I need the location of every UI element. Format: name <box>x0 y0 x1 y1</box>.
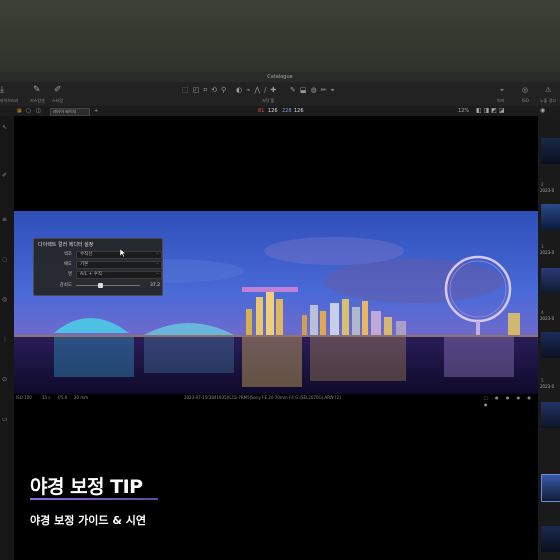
toolbar-label-iso: ISO <box>522 98 529 103</box>
file-info: 2023-07-15(3841935)ILCE-7RM5|Sony FE 20-… <box>184 395 341 400</box>
filmstrip-number: 5 <box>541 378 544 383</box>
panel-row-saturation: 채도 기본 <box>38 261 162 269</box>
toolbar-center-label: 저작 툴 <box>262 98 275 103</box>
viewer-options-icon[interactable]: ◧ ◨ ◩ ◪ <box>476 106 504 116</box>
pen-icon[interactable]: ✐ <box>54 85 62 95</box>
crop-tools-icon[interactable]: ⬚◰⌗⟲⚲ <box>182 85 230 95</box>
rgb-value-b: 228 <box>282 108 292 114</box>
filmstrip-number: 4 <box>541 310 544 315</box>
shutter-value: 15 s <box>42 395 51 400</box>
panel-row-label: 감쇠도 <box>59 283 72 288</box>
panel-row-label: 색조 <box>63 252 72 257</box>
rgb-value-l: 126 <box>294 108 304 114</box>
iso-icon[interactable]: ◎ <box>522 85 528 95</box>
filmstrip-thumb[interactable] <box>541 268 560 294</box>
aperture-value: f/5.6 <box>58 395 68 400</box>
panel-row-label: 채도 <box>63 262 72 267</box>
picker-icon[interactable]: ⌖ <box>500 85 504 95</box>
iso-value: ISO 100 <box>16 395 32 400</box>
panel-row-label: 명 <box>67 272 72 277</box>
filmstrip-thumb[interactable] <box>541 402 560 428</box>
slider-knob[interactable] <box>98 283 103 288</box>
image-info-bar: ISO 100 15 s f/5.6 20 mm 2023-07-15(3841… <box>14 394 538 407</box>
adjust-tools-icon[interactable]: ◐⌁⋀∕✚ <box>236 85 280 95</box>
filmstrip-date: 2023-0 <box>540 250 555 255</box>
add-layer-button[interactable]: + <box>94 106 98 116</box>
layer-dropdown[interactable]: 레이어 베이지 <box>50 108 90 116</box>
filmstrip-date: 2023-0 <box>540 188 555 193</box>
mouse-cursor-icon <box>120 249 126 257</box>
background-top <box>0 0 560 72</box>
picker-tool-icon[interactable]: ⋮ <box>2 336 8 343</box>
brush-icon[interactable]: ✎ <box>33 85 41 95</box>
filmstrip-date: 2023-0 <box>540 384 555 389</box>
import-icon[interactable]: ⤓ <box>0 85 4 95</box>
filmstrip-date: 2023-0 <box>540 316 555 321</box>
warning-icon[interactable]: ⚠ <box>545 85 551 95</box>
filmstrip-number: 3 <box>541 244 544 249</box>
focal-length-value: 20 mm <box>74 395 89 400</box>
brightness-select[interactable]: A/L + 수직 <box>76 271 162 279</box>
rgb-value-g: 126 <box>268 108 278 114</box>
brush-tools-icon[interactable]: ✎⬓◍✏⌖ <box>290 85 338 95</box>
compare-view-icon[interactable]: ◫ <box>36 106 41 116</box>
filmstrip-thumb[interactable] <box>541 526 560 552</box>
title-bar: Catalogue <box>0 72 560 82</box>
zoom-level[interactable]: 12% <box>458 106 469 116</box>
panel-title: 다이렉트 컬러 에디터 설정 <box>38 242 94 248</box>
stamp-tool-icon[interactable]: ⊙ <box>2 376 7 383</box>
hue-select[interactable]: 수직선 <box>76 251 162 259</box>
viewer-subbar: ▦ ▢ ◫ 레이어 베이지 + 81 126 228 126 12% ◧ ◨ ◩… <box>0 106 560 116</box>
rating-dots-icon[interactable]: □ ● ● ● ● ● <box>484 394 538 408</box>
falloff-slider[interactable] <box>76 283 140 288</box>
toolbar-label-exposure-warning: 노출 경고 <box>540 98 556 103</box>
caption-underline <box>30 498 158 500</box>
falloff-value[interactable]: 37.2 <box>142 282 160 289</box>
erase-tool-icon[interactable]: ▭ <box>2 416 8 423</box>
left-tool-strip: ↖ ✐ ≡ ◌ ◎ ⋮ ⊙ ▭ <box>0 116 14 560</box>
toolbar-label-picker: 피커 <box>497 98 505 103</box>
eyedropper-icon[interactable]: ✐ <box>2 172 7 179</box>
panel-row-brightness: 명 A/L + 수직 <box>38 271 162 279</box>
levels-icon[interactable]: ≡ <box>2 216 7 223</box>
caption-subtitle: 야경 보정 가이드 & 시연 <box>30 514 146 527</box>
mask-tool-icon[interactable]: ◎ <box>2 296 7 303</box>
filmstrip: 2 2023-0 3 2023-0 4 2023-0 5 2023-0 <box>538 116 560 560</box>
toolbar-label-style: 스타일 <box>52 98 64 103</box>
filmstrip-thumb[interactable] <box>541 138 560 164</box>
main-toolbar: ⤓ 라이브러리 ✎ 커스텀셋 ✐ 스타일 ⬚◰⌗⟲⚲ ◐⌁⋀∕✚ ✎⬓◍✏⌖ 저… <box>0 82 560 107</box>
filmstrip-thumb-selected[interactable] <box>541 474 560 502</box>
direct-color-editor-panel: 다이렉트 컬러 에디터 설정 색조 수직선 채도 기본 명 A/L + 수직 감… <box>33 238 163 296</box>
window-title: Catalogue <box>267 74 293 80</box>
caption-title: 야경 보정 TIP <box>30 476 143 498</box>
grid-view-icon[interactable]: ▦ <box>17 106 22 116</box>
panel-row-falloff: 감쇠도 37.2 <box>38 282 160 289</box>
filmstrip-number: 2 <box>541 182 544 187</box>
single-view-icon[interactable]: ▢ <box>26 106 31 116</box>
filmstrip-thumb[interactable] <box>541 332 560 358</box>
rgb-value-r: 81 <box>258 108 265 114</box>
toolbar-label-library: 라이브러리 <box>0 98 19 103</box>
eye-icon[interactable]: ◉ <box>540 106 545 116</box>
toolbar-label-customset: 커스텀셋 <box>30 98 45 103</box>
cursor-tool-icon[interactable]: ↖ <box>2 124 7 131</box>
brush-tool-icon[interactable]: ◌ <box>2 256 7 263</box>
filmstrip-thumb[interactable] <box>541 204 560 230</box>
panel-row-hue: 색조 수직선 <box>38 251 162 259</box>
saturation-select[interactable]: 기본 <box>76 261 162 269</box>
